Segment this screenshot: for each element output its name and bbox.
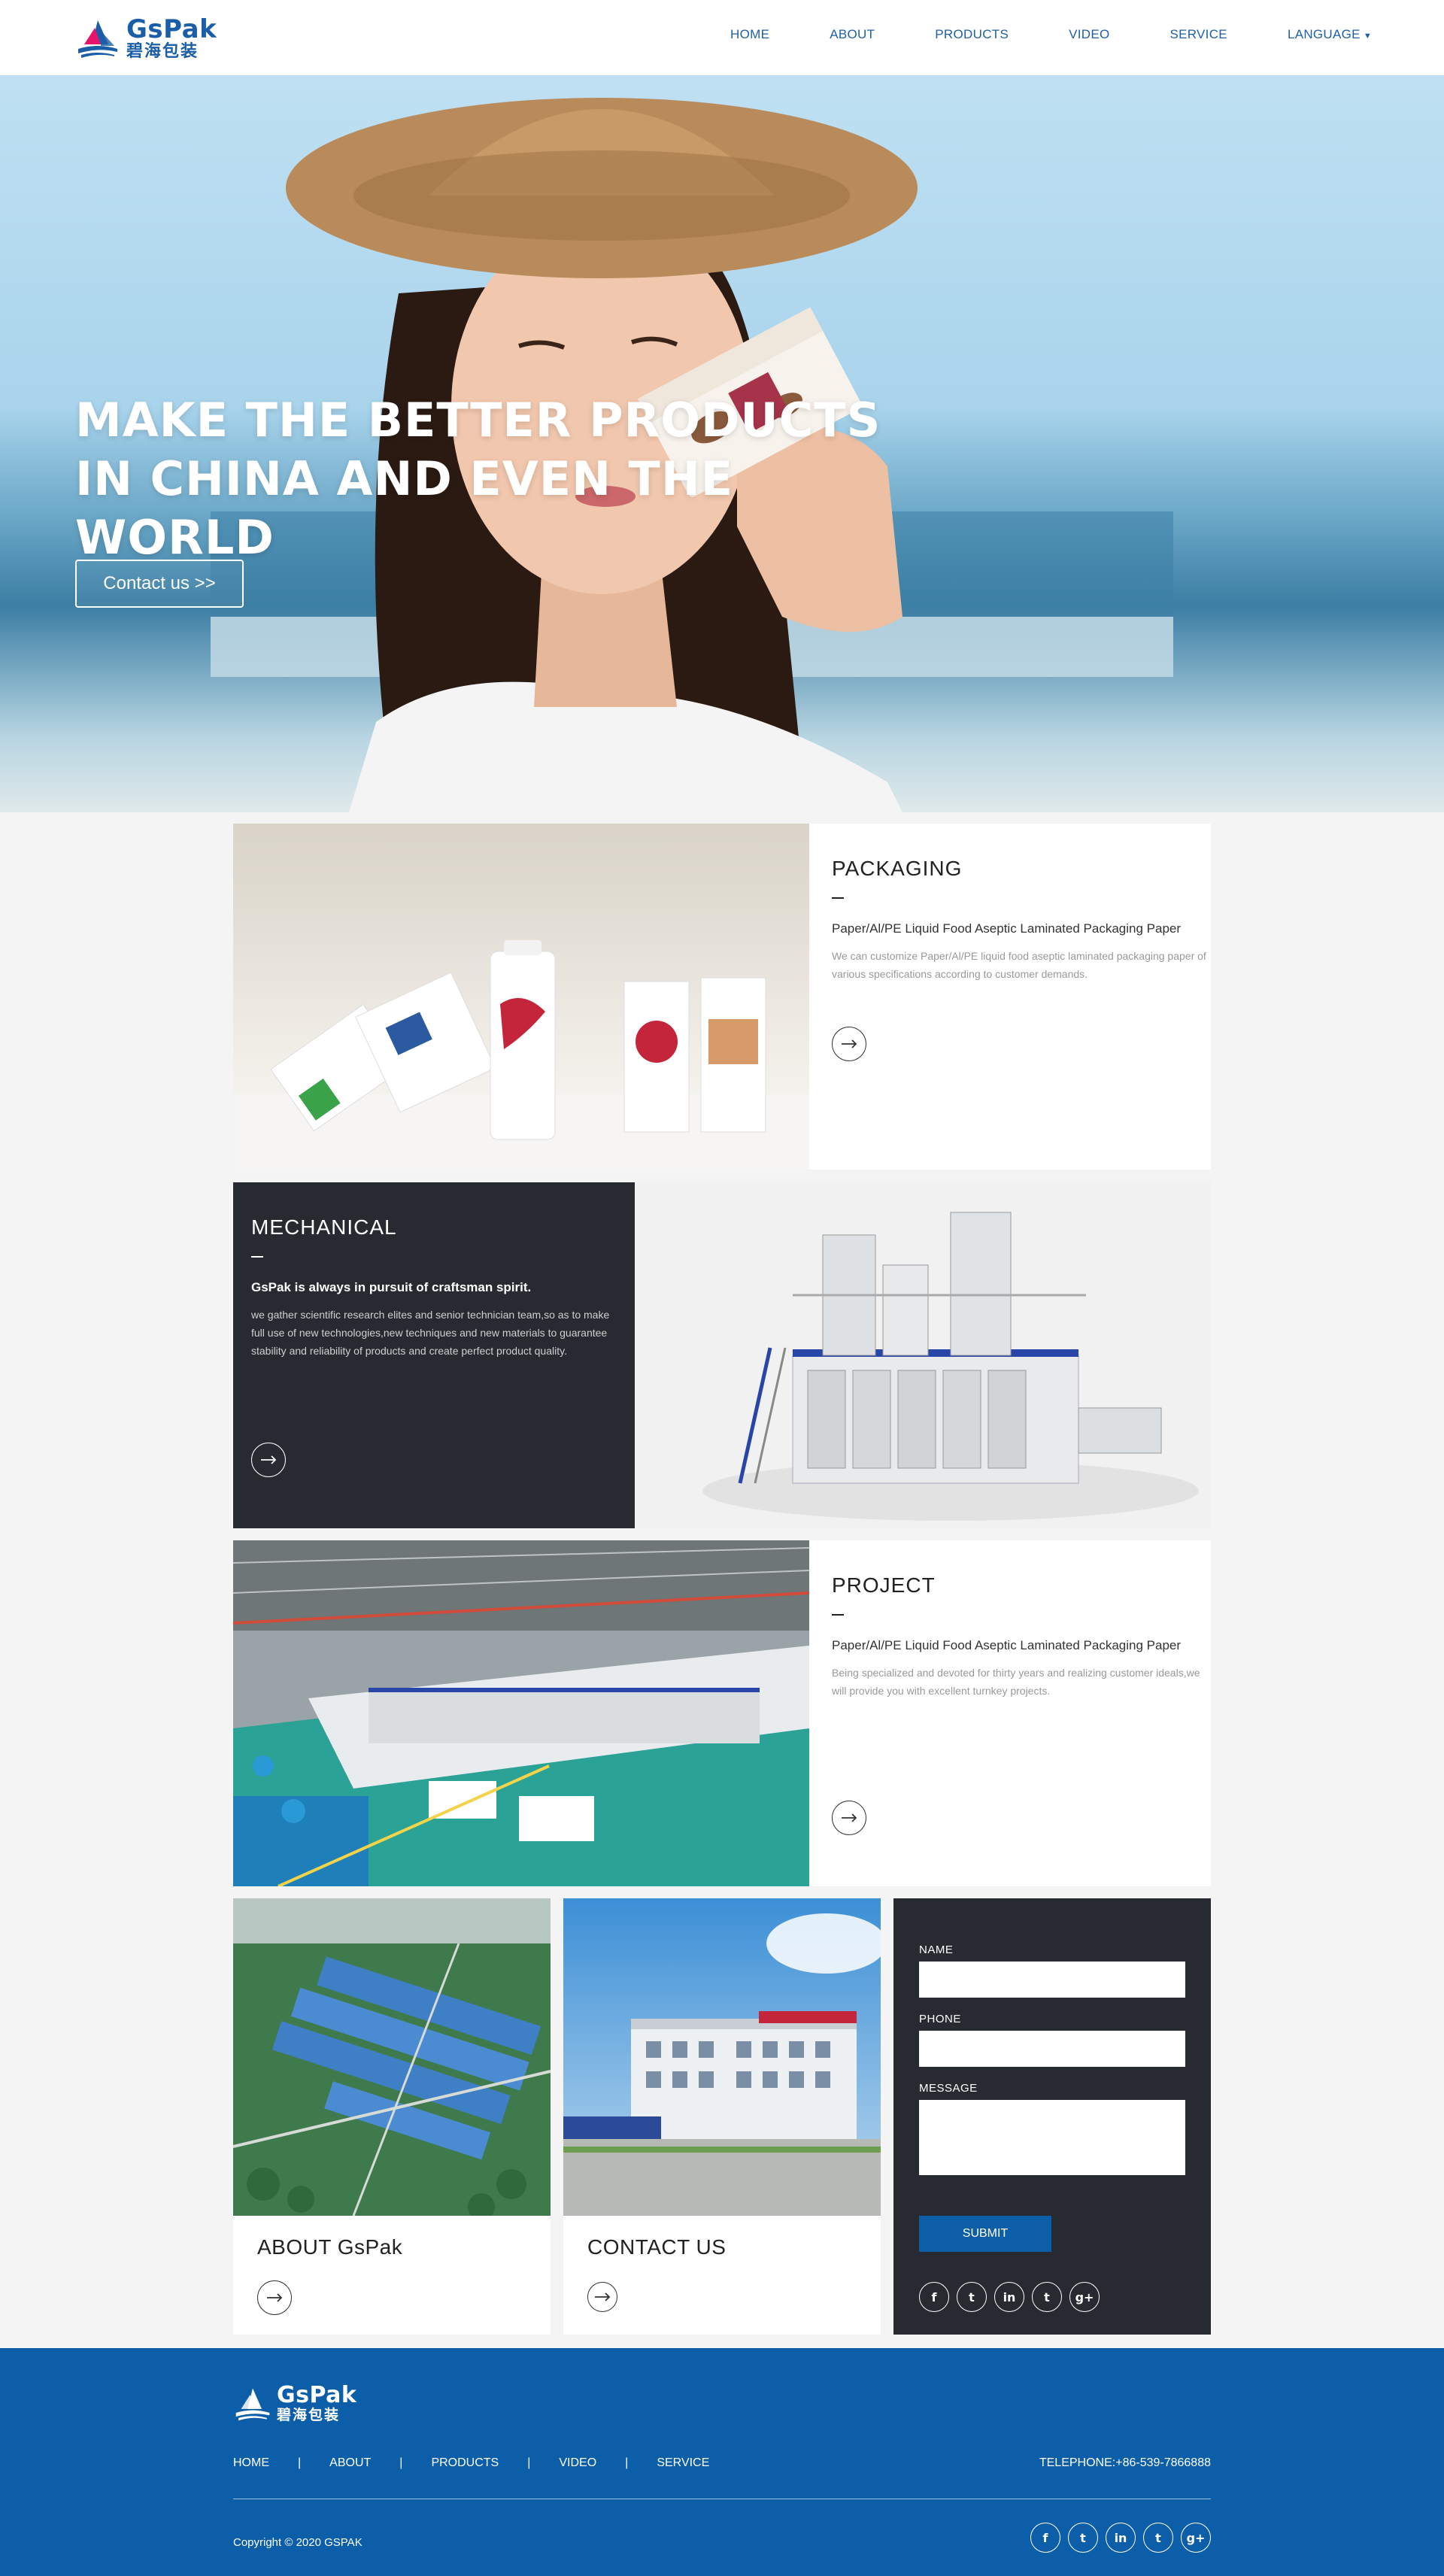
linkedin-icon[interactable]: in [1106, 2523, 1136, 2553]
nav-video[interactable]: VIDEO [1069, 27, 1109, 42]
title-divider [832, 897, 844, 899]
hero-banner: MAKE THE BETTER PRODUCTS IN CHINA AND EV… [0, 75, 1444, 812]
arrow-right-icon [842, 1039, 857, 1048]
packaging-cartons-image [233, 824, 809, 1170]
about-card-title: ABOUT GsPak [257, 2235, 403, 2259]
submit-button[interactable]: SUBMIT [919, 2216, 1051, 2252]
footer-social-links: f t in t g+ [1030, 2523, 1211, 2553]
nav-service[interactable]: SERVICE [1170, 27, 1227, 42]
footer-logo[interactable]: GsPak 碧海包装 [233, 2384, 356, 2423]
office-building-image [563, 1898, 881, 2216]
twitter-icon[interactable]: t [957, 2282, 987, 2312]
packaging-image [233, 824, 809, 1170]
section-packaging: PACKAGING Paper/Al/PE Liquid Food Asepti… [233, 824, 1211, 1170]
nav-language[interactable]: LANGUAGE ▼ [1288, 27, 1372, 42]
mechanical-image [635, 1182, 1211, 1528]
footer-nav-service[interactable]: SERVICE [657, 2456, 709, 2470]
section-description: We can customize Paper/Al/PE liquid food… [832, 950, 1206, 980]
linkedin-icon[interactable]: in [994, 2282, 1024, 2312]
section-subtitle: Paper/Al/PE Liquid Food Aseptic Laminate… [832, 921, 1182, 936]
phone-label: PHONE [919, 2013, 961, 2025]
logo-sail-icon [235, 2387, 270, 2420]
contact-us-button[interactable]: Contact us >> [75, 560, 244, 608]
footer-nav-home[interactable]: HOME [233, 2456, 269, 2470]
google-plus-icon[interactable]: g+ [1181, 2523, 1211, 2553]
site-footer: GsPak 碧海包装 HOME | ABOUT | PRODUCTS | VID… [0, 2348, 1444, 2576]
project-more-button[interactable] [832, 1801, 866, 1835]
project-image [233, 1540, 809, 1886]
main-nav: HOME ABOUT PRODUCTS VIDEO SERVICE LANGUA… [730, 27, 1372, 42]
caret-down-icon: ▼ [1363, 32, 1372, 41]
about-more-button[interactable] [257, 2280, 292, 2315]
packaging-text-panel: PACKAGING Paper/Al/PE Liquid Food Asepti… [809, 824, 1211, 1170]
footer-nav: HOME | ABOUT | PRODUCTS | VIDEO | SERVIC… [233, 2456, 709, 2470]
section-subtitle: GsPak is always in pursuit of craftsman … [251, 1280, 532, 1294]
bottom-cards: ABOUT GsPak CONTACT US NAME PHONE MESSAG… [233, 1898, 1211, 2335]
nav-products[interactable]: PRODUCTS [935, 27, 1009, 42]
section-mechanical: MECHANICAL GsPak is always in pursuit of… [233, 1182, 1211, 1528]
copyright: Copyright © 2020 GSPAK [233, 2536, 363, 2549]
section-description: Being specialized and devoted for thirty… [832, 1667, 1200, 1697]
name-input[interactable] [919, 1962, 1185, 1998]
project-text-panel: PROJECT Paper/Al/PE Liquid Food Aseptic … [809, 1540, 1211, 1886]
logo-sail-icon [78, 20, 117, 58]
logo[interactable]: GsPak 碧海包装 [75, 17, 217, 60]
packaging-more-button[interactable] [832, 1027, 866, 1061]
section-title: PACKAGING [832, 857, 963, 880]
section-description: we gather scientific research elites and… [251, 1309, 610, 1357]
section-title: MECHANICAL [251, 1215, 397, 1239]
social-links: f t in t g+ [919, 2282, 1100, 2312]
contact-building-image [563, 1898, 881, 2216]
filling-machine-image [635, 1182, 1211, 1528]
phone-input[interactable] [919, 2031, 1185, 2067]
title-divider [832, 1614, 844, 1616]
site-header: GsPak 碧海包装 HOME ABOUT PRODUCTS VIDEO SER… [0, 0, 1444, 75]
about-aerial-image [233, 1898, 551, 2216]
mechanical-text-panel: MECHANICAL GsPak is always in pursuit of… [233, 1182, 635, 1528]
nav-home[interactable]: HOME [730, 27, 769, 42]
nav-separator: | [399, 2456, 403, 2469]
facebook-icon[interactable]: f [1030, 2523, 1060, 2553]
about-card: ABOUT GsPak [233, 1898, 551, 2335]
message-textarea[interactable] [919, 2100, 1185, 2175]
campus-aerial-image [233, 1898, 551, 2216]
nav-language-label: LANGUAGE [1287, 27, 1361, 41]
section-project: PROJECT Paper/Al/PE Liquid Food Aseptic … [233, 1540, 1211, 1886]
logo-text-cn: 碧海包装 [126, 42, 199, 61]
footer-telephone: TELEPHONE:+86-539-7866888 [1039, 2456, 1211, 2469]
section-subtitle: Paper/Al/PE Liquid Food Aseptic Laminate… [832, 1638, 1182, 1652]
factory-floor-image [233, 1540, 809, 1886]
arrow-right-icon [595, 2292, 611, 2301]
footer-nav-about[interactable]: ABOUT [329, 2456, 371, 2470]
hero-title: MAKE THE BETTER PRODUCTS IN CHINA AND EV… [75, 393, 881, 565]
contact-more-button[interactable] [587, 2282, 617, 2312]
message-label: MESSAGE [919, 2082, 978, 2095]
nav-about[interactable]: ABOUT [830, 27, 875, 42]
nav-separator: | [298, 2456, 302, 2469]
footer-logo-text-en: GsPak [277, 2382, 357, 2408]
footer-nav-products[interactable]: PRODUCTS [431, 2456, 499, 2470]
logo-text-en: GsPak [126, 14, 217, 44]
title-divider [251, 1256, 263, 1258]
mechanical-more-button[interactable] [251, 1443, 286, 1477]
contact-card: CONTACT US [563, 1898, 881, 2335]
arrow-right-icon [842, 1813, 857, 1822]
tumblr-icon[interactable]: t [1032, 2282, 1062, 2312]
footer-nav-video[interactable]: VIDEO [559, 2456, 596, 2470]
nav-separator: | [527, 2456, 531, 2469]
arrow-right-icon [267, 2293, 283, 2302]
nav-separator: | [625, 2456, 629, 2469]
contact-card-title: CONTACT US [587, 2235, 727, 2259]
contact-form: NAME PHONE MESSAGE SUBMIT f t in t g+ [893, 1898, 1211, 2335]
tumblr-icon[interactable]: t [1143, 2523, 1173, 2553]
name-label: NAME [919, 1943, 954, 1956]
facebook-icon[interactable]: f [919, 2282, 949, 2312]
section-title: PROJECT [832, 1573, 936, 1597]
footer-logo-text-cn: 碧海包装 [277, 2407, 341, 2423]
google-plus-icon[interactable]: g+ [1069, 2282, 1100, 2312]
arrow-right-icon [261, 1455, 277, 1464]
twitter-icon[interactable]: t [1068, 2523, 1098, 2553]
